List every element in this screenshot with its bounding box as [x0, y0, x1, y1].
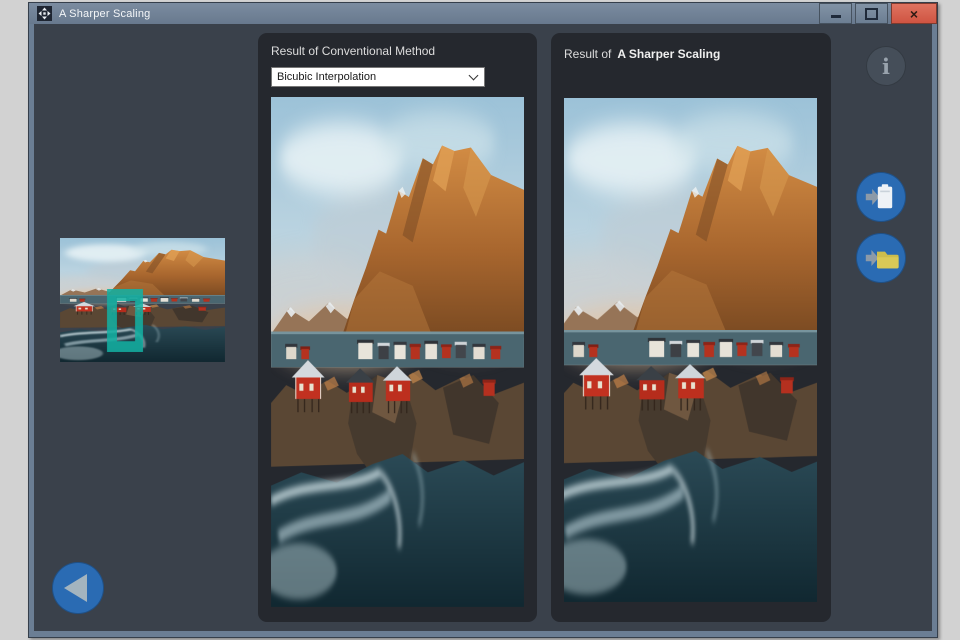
save-to-folder-button[interactable]: [856, 233, 906, 283]
conventional-result-panel: Result of Conventional Method Bicubic In…: [258, 33, 537, 622]
content-area: Result of Conventional Method Bicubic In…: [34, 24, 932, 631]
method-dropdown-value: Bicubic Interpolation: [277, 71, 377, 83]
copy-to-clipboard-button[interactable]: [856, 172, 906, 222]
maximize-icon: [865, 7, 878, 20]
back-button[interactable]: [52, 562, 104, 614]
sharper-result-panel: Result of A Sharper Scaling: [551, 33, 831, 622]
minimize-icon: [830, 14, 841, 18]
info-icon: i: [882, 53, 890, 79]
minimize-button[interactable]: [819, 3, 852, 24]
chevron-down-icon: [468, 70, 479, 81]
source-thumbnail[interactable]: [60, 238, 225, 362]
copy-to-clipboard-icon: [865, 184, 893, 209]
conventional-panel-header: Result of Conventional Method: [271, 44, 436, 58]
conventional-result-image: [271, 97, 524, 607]
window-controls: ×: [816, 3, 937, 24]
sharper-header-prefix: Result of: [564, 47, 612, 61]
sharper-panel-header: Result of A Sharper Scaling: [564, 47, 720, 61]
maximize-button[interactable]: [855, 3, 888, 24]
back-arrow-icon: [64, 574, 87, 602]
sharper-result-image: [564, 98, 817, 602]
titlebar[interactable]: A Sharper Scaling ×: [29, 3, 937, 24]
window-title: A Sharper Scaling: [59, 7, 151, 20]
method-dropdown[interactable]: Bicubic Interpolation: [271, 67, 485, 87]
save-to-folder-icon: [865, 250, 899, 269]
desktop-background: A Sharper Scaling × Result of Convention…: [0, 0, 960, 640]
close-button[interactable]: ×: [891, 3, 937, 24]
scaling-arrows-icon[interactable]: [37, 6, 52, 21]
close-icon: ×: [909, 5, 919, 22]
info-button[interactable]: i: [866, 46, 906, 86]
sharper-header-name: A Sharper Scaling: [617, 47, 721, 61]
app-window: A Sharper Scaling × Result of Convention…: [28, 2, 938, 638]
